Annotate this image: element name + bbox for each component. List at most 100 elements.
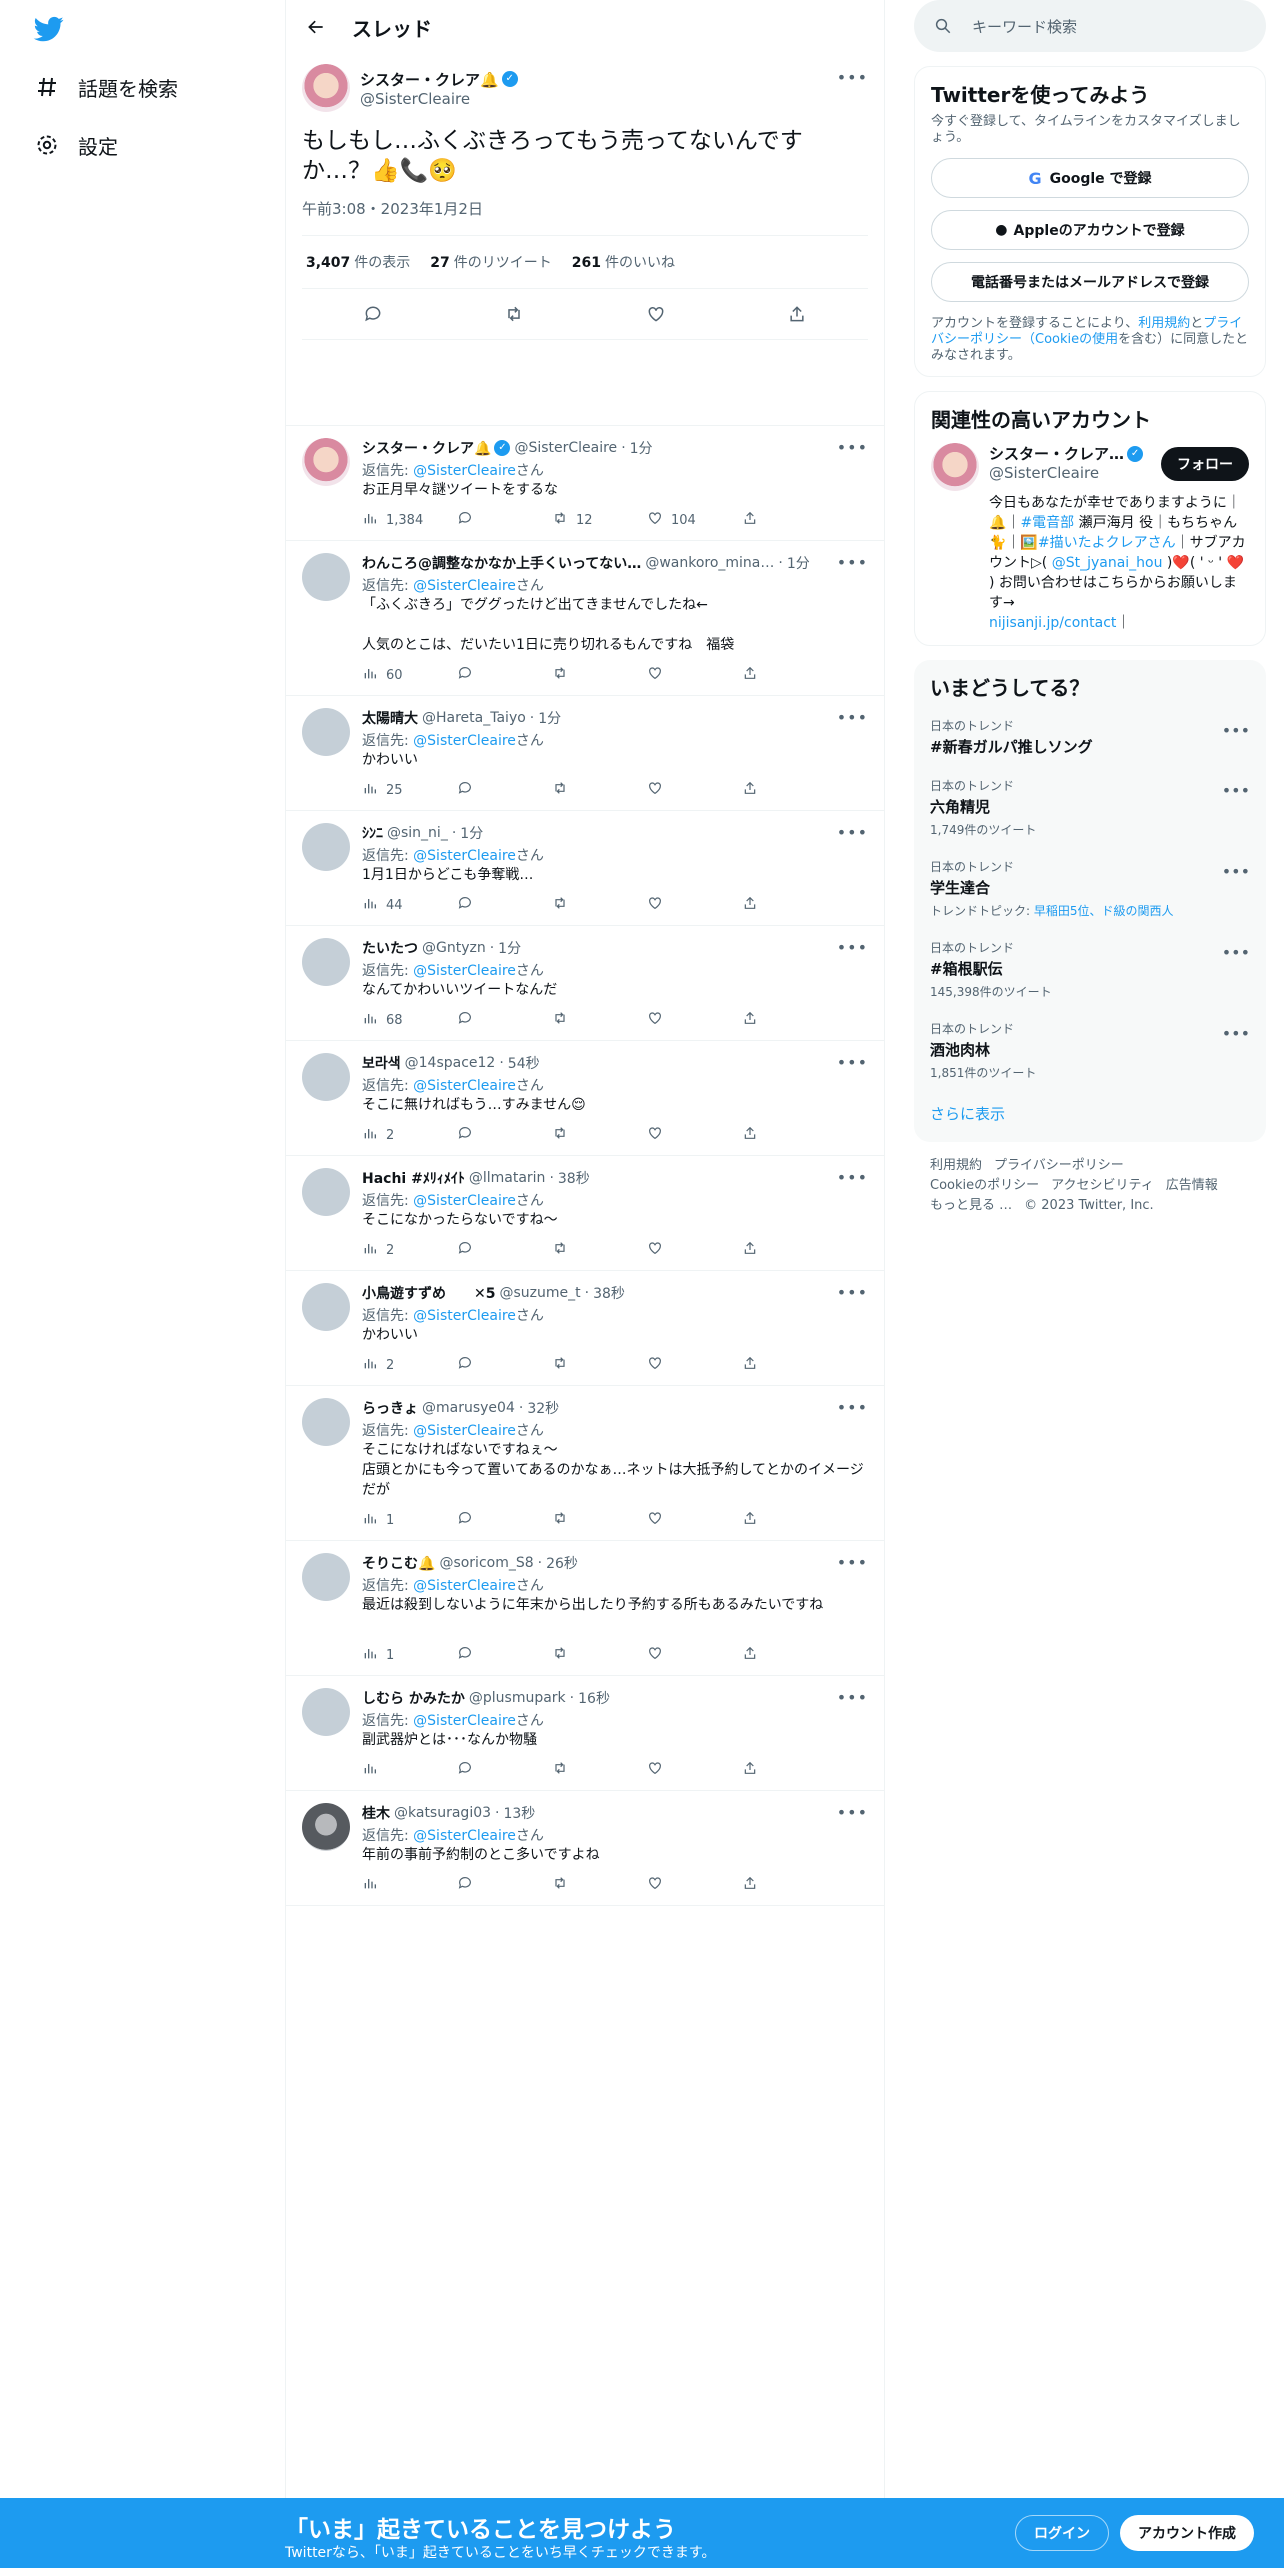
reply-time[interactable]: 13秒 xyxy=(503,1803,535,1823)
reply-tweet[interactable]: 桂木 @katsuragi03 · 13秒 返信先: @SisterCleaireさん年… xyxy=(286,1791,884,1906)
retweet-button[interactable] xyxy=(552,1355,647,1375)
views-button[interactable]: 2 xyxy=(362,1240,457,1260)
share-button[interactable] xyxy=(742,1645,837,1665)
more-options-icon[interactable]: ••• xyxy=(837,1398,868,1417)
retweet-button[interactable] xyxy=(552,1510,647,1530)
hashtag-link[interactable]: #電音部 xyxy=(1020,515,1074,531)
avatar[interactable] xyxy=(302,1398,350,1446)
avatar[interactable] xyxy=(302,708,350,756)
retweet-button[interactable] xyxy=(552,665,647,685)
search-input[interactable]: キーワード検索 xyxy=(914,0,1266,52)
mention-link[interactable]: @St_jyanai_hou xyxy=(1052,555,1163,571)
reply-button[interactable] xyxy=(457,1510,552,1530)
footer-link[interactable]: © 2023 Twitter, Inc. xyxy=(1024,1198,1154,1213)
back-arrow-icon[interactable] xyxy=(304,15,328,39)
apple-signup-button[interactable]: ● Appleのアカウントで登録 xyxy=(931,210,1249,250)
terms-link[interactable]: 利用規約 xyxy=(1138,316,1190,331)
tweet-timestamp[interactable]: 午前3:08・2023年1月2日 xyxy=(302,198,868,236)
like-button[interactable] xyxy=(647,1875,742,1895)
hashtag-link[interactable]: #描いたよクレアさん xyxy=(1038,535,1176,551)
views-button[interactable]: 2 xyxy=(362,1125,457,1145)
views-button[interactable]: 2 xyxy=(362,1355,457,1375)
reply-author-handle[interactable]: @Gntyzn xyxy=(422,940,486,956)
retweet-button[interactable] xyxy=(552,1875,647,1895)
views-button[interactable]: 68 xyxy=(362,1010,457,1030)
more-options-icon[interactable]: ••• xyxy=(837,438,868,457)
more-options-icon[interactable]: ••• xyxy=(1222,721,1250,740)
avatar[interactable] xyxy=(302,438,350,486)
reply-author-name[interactable]: 太陽晴大 xyxy=(362,708,418,728)
mention-link[interactable]: @SisterCleaire xyxy=(413,463,516,479)
trend-item[interactable]: 日本のトレンド #箱根駅伝 145,398件のツイート ••• xyxy=(930,929,1250,1010)
mention-link[interactable]: @SisterCleaire xyxy=(413,1578,516,1594)
trend-item[interactable]: 日本のトレンド #新春ガルパ推しソング ••• xyxy=(930,707,1250,767)
views-button[interactable]: 60 xyxy=(362,665,457,685)
views-button[interactable]: 1,384 xyxy=(362,510,457,530)
reply-button[interactable] xyxy=(457,1875,552,1895)
reply-tweet[interactable]: らっきょ @marusye04 · 32秒 返信先: @SisterCleaireさんそ… xyxy=(286,1386,884,1541)
reply-author-name[interactable]: そりこむ🔔 xyxy=(362,1553,435,1573)
more-options-icon[interactable]: ••• xyxy=(1222,1024,1250,1043)
reply-time[interactable]: 16秒 xyxy=(578,1688,610,1708)
more-options-icon[interactable]: ••• xyxy=(837,938,868,957)
reply-button[interactable] xyxy=(457,1240,552,1260)
phone-signup-button[interactable]: 電話番号またはメールアドレスで登録 xyxy=(931,262,1249,302)
reply-button[interactable] xyxy=(457,1760,552,1780)
author-handle[interactable]: @SisterCleaire xyxy=(360,90,518,108)
footer-link[interactable]: 利用規約 xyxy=(930,1158,982,1173)
author-name[interactable]: シスター・クレア🔔 xyxy=(360,69,499,90)
share-button[interactable] xyxy=(742,665,837,685)
like-button[interactable] xyxy=(647,1760,742,1780)
reply-author-name[interactable]: シスター・クレア🔔 xyxy=(362,438,491,458)
twitter-logo-icon[interactable] xyxy=(32,14,66,44)
more-options-icon[interactable]: ••• xyxy=(837,1803,868,1822)
like-button[interactable] xyxy=(647,1125,742,1145)
retweet-button[interactable] xyxy=(552,895,647,915)
views-button[interactable] xyxy=(362,1760,457,1780)
mention-link[interactable]: @SisterCleaire xyxy=(413,1828,516,1844)
like-button[interactable] xyxy=(647,1010,742,1030)
mention-link[interactable]: @SisterCleaire xyxy=(413,1423,516,1439)
reply-tweet[interactable]: わんころ@調整なかなか上手くいってない… @wankoro_mina… · 1分 返信先… xyxy=(286,541,884,696)
reply-author-handle[interactable]: @sin_ni_ xyxy=(387,825,448,841)
reply-button[interactable] xyxy=(457,1355,552,1375)
trend-item[interactable]: 日本のトレンド 酒池肉林 1,851件のツイート ••• xyxy=(930,1010,1250,1091)
reply-author-handle[interactable]: @katsuragi03 xyxy=(394,1805,491,1821)
avatar[interactable] xyxy=(302,1803,350,1851)
more-options-icon[interactable]: ••• xyxy=(837,68,868,87)
more-options-icon[interactable]: ••• xyxy=(837,1688,868,1707)
reply-tweet[interactable]: しむら かみたか @plusmupark · 16秒 返信先: @SisterCleai… xyxy=(286,1676,884,1791)
reply-author-name[interactable]: 보라색 xyxy=(362,1053,401,1073)
avatar[interactable] xyxy=(302,64,350,112)
reply-tweet[interactable]: 보라색 @14space12 · 54秒 返信先: @SisterCleaireさん そこ… xyxy=(286,1041,884,1156)
mention-link[interactable]: @SisterCleaire xyxy=(413,1713,516,1729)
reply-author-handle[interactable]: @SisterCleaire xyxy=(514,440,617,456)
share-button[interactable] xyxy=(742,1010,837,1030)
mention-link[interactable]: @SisterCleaire xyxy=(413,1308,516,1324)
reply-author-name[interactable]: らっきょ xyxy=(362,1398,418,1418)
mention-link[interactable]: @SisterCleaire xyxy=(413,963,516,979)
retweet-button[interactable] xyxy=(552,1125,647,1145)
more-options-icon[interactable]: ••• xyxy=(1222,781,1250,800)
retweet-button[interactable] xyxy=(552,1760,647,1780)
reply-author-handle[interactable]: @suzume_t xyxy=(499,1285,580,1301)
reply-icon[interactable] xyxy=(362,303,384,325)
trend-topic-link[interactable]: 早稲田5位、ド級の関西人 xyxy=(1034,904,1174,918)
like-button[interactable] xyxy=(647,1240,742,1260)
more-options-icon[interactable]: ••• xyxy=(837,1168,868,1187)
reply-tweet[interactable]: シスター・クレア🔔 ✓ @SisterCleaire · 1分 返信先: @SisterC… xyxy=(286,426,884,541)
retweet-button[interactable]: 12 xyxy=(552,510,647,530)
avatar[interactable] xyxy=(302,553,350,601)
reply-time[interactable]: 32秒 xyxy=(527,1398,559,1418)
reply-time[interactable]: 1分 xyxy=(498,938,521,958)
share-icon[interactable] xyxy=(786,303,808,325)
reply-tweet[interactable]: 太陽晴大 @Hareta_Taiyo · 1分 返信先: @SisterCleaireさ… xyxy=(286,696,884,811)
reply-author-name[interactable]: たいたつ xyxy=(362,938,418,958)
reply-author-name[interactable]: しむら かみたか xyxy=(362,1688,465,1708)
retweet-button[interactable] xyxy=(552,780,647,800)
reply-time[interactable]: 54秒 xyxy=(508,1053,540,1073)
more-options-icon[interactable]: ••• xyxy=(837,1553,868,1572)
share-button[interactable] xyxy=(742,895,837,915)
reply-button[interactable] xyxy=(457,510,552,530)
reply-button[interactable] xyxy=(457,1645,552,1665)
